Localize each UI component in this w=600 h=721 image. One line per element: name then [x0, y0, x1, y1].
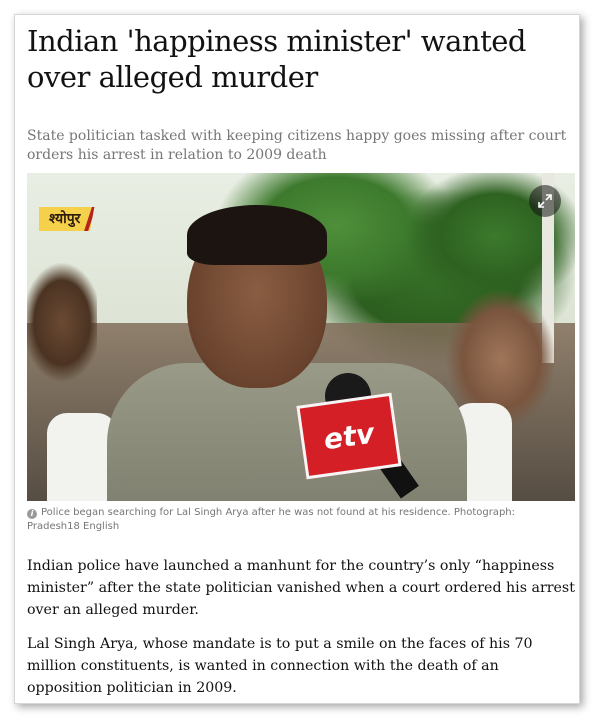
- microphone-logo-text: etv: [321, 416, 377, 456]
- article-paragraph-1: Indian police have launched a manhunt fo…: [27, 558, 575, 618]
- photo-caption-text: Police began searching for Lal Singh Ary…: [27, 507, 515, 532]
- article-standfirst: State politician tasked with keeping cit…: [27, 128, 567, 163]
- expand-photo-button[interactable]: [529, 185, 561, 217]
- article-photo[interactable]: etv श्योपुर: [27, 173, 575, 501]
- article-headline: Indian 'happiness minister' wanted over …: [27, 24, 526, 94]
- microphone-logo-cube: etv: [296, 392, 402, 480]
- info-icon: i: [27, 509, 37, 519]
- location-tag: श्योपुर: [39, 207, 95, 231]
- photo-caption: i Police began searching for Lal Singh Ar…: [27, 506, 567, 534]
- microphone: etv: [295, 373, 435, 501]
- article-card: Indian 'happiness minister' wanted over …: [14, 14, 580, 704]
- article-paragraph-2: Lal Singh Arya, whose mandate is to put …: [27, 636, 533, 696]
- photo-main-person-hair: [187, 205, 327, 265]
- expand-arrows-icon: [538, 194, 552, 208]
